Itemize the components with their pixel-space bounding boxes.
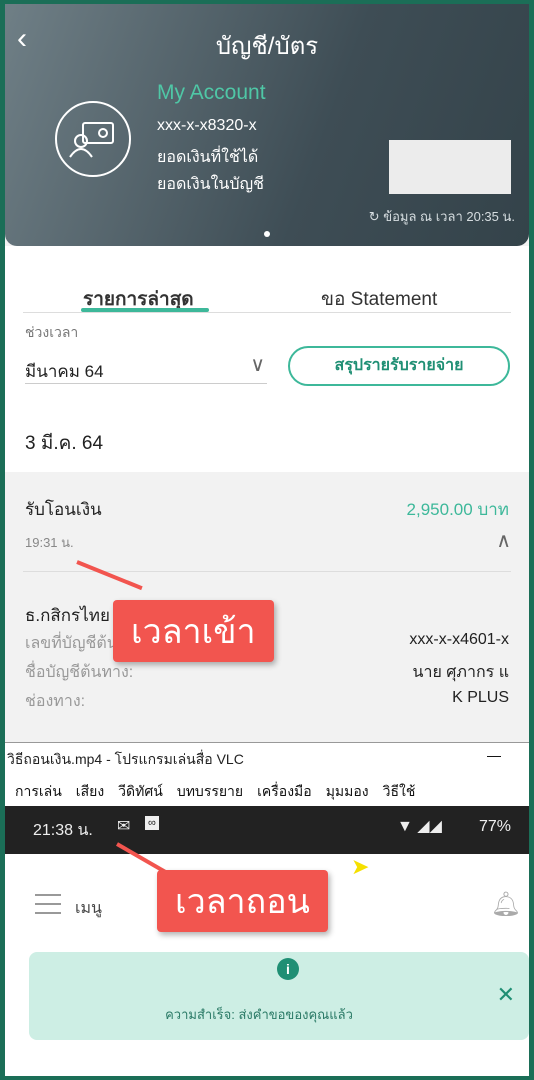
refresh-icon[interactable]: ↻ — [369, 209, 380, 224]
account-balance-label: ยอดเงินในบัญชี — [157, 176, 264, 193]
updated-time[interactable]: ↻ ข้อมูล ณ เวลา 20:35 น. — [369, 206, 515, 227]
vlc-title: วิธีถอนเงิน.mp4 - โปรแกรมเล่นสื่อ VLC — [7, 751, 244, 767]
transaction-title[interactable]: รับโอนเงิน — [25, 496, 102, 523]
detail-label: ช่องทาง: — [25, 693, 86, 710]
period-value: มีนาคม 64 — [25, 362, 104, 381]
menu-video[interactable]: วีดิทัศน์ — [118, 781, 163, 803]
date-heading: 3 มี.ค. 64 — [25, 433, 104, 454]
transaction-amount: 2,950.00 บาท — [406, 500, 509, 519]
menu-playback[interactable]: การเล่น — [15, 781, 62, 803]
account-header: ‹ บัญชี/บัตร My Account xxx-x-x8320-x ยอ… — [5, 4, 529, 246]
screen: ‹ บัญชี/บัตร My Account xxx-x-x8320-x ยอ… — [5, 4, 529, 1076]
vlc-window: วิธีถอนเงิน.mp4 - โปรแกรมเล่นสื่อ VLC — … — [5, 742, 529, 806]
vlc-menu-bar: การเล่น เสียง วีดิทัศน์ บทบรรยาย เครื่อง… — [15, 781, 415, 803]
toast-message: ความสำเร็จ: ส่งคำขอของคุณแล้ว — [165, 1007, 353, 1022]
period-label: ช่วงเวลา — [25, 324, 79, 340]
app-notification-icon: ∞ — [145, 816, 159, 830]
close-icon[interactable]: ✕ — [497, 982, 515, 1008]
info-icon: i — [277, 958, 299, 980]
callout-time-in: เวลาเข้า — [113, 600, 274, 662]
detail-value: K PLUS — [452, 689, 509, 706]
menu-help[interactable]: วิธีใช้ — [383, 781, 416, 803]
account-card-icon — [55, 101, 131, 177]
menu-view[interactable]: มุมมอง — [326, 781, 369, 803]
success-toast: i ความสำเร็จ: ส่งคำขอของคุณแล้ว ✕ — [29, 952, 529, 1040]
menu-tools[interactable]: เครื่องมือ — [257, 781, 312, 803]
bank-name: ธ.กสิกรไทย — [25, 606, 110, 625]
status-time: 21:38 น. — [33, 822, 93, 839]
chevron-down-icon: ∨ — [250, 354, 265, 376]
detail-value: xxx-x-x4601-x — [409, 631, 509, 648]
page-title: บัญชี/บัตร — [215, 33, 319, 60]
account-number: xxx-x-x8320-x — [157, 117, 257, 134]
callout-time-out: เวลาถอน — [157, 870, 328, 932]
period-select[interactable]: มีนาคม 64 ∨ — [25, 348, 267, 384]
wifi-signal-icon: ▼ ◢◢ — [397, 818, 442, 835]
available-balance-label: ยอดเงินที่ใช้ได้ — [157, 149, 259, 166]
tab-divider — [23, 312, 511, 313]
page-indicator-dot — [264, 231, 270, 237]
bell-icon[interactable]: 🔔︎ — [491, 890, 521, 919]
menu-label[interactable]: เมนู — [75, 896, 102, 921]
balance-redacted — [389, 140, 511, 194]
battery-percent: 77% — [479, 818, 512, 835]
updated-text: ข้อมูล ณ เวลา 20:35 น. — [383, 209, 515, 224]
chevron-up-icon[interactable]: ∧ — [496, 528, 511, 553]
mouse-cursor-icon: ➤ — [351, 854, 370, 879]
tab-statement[interactable]: ขอ Statement — [321, 284, 437, 314]
transaction-time: 19:31 น. — [25, 535, 74, 550]
account-name: My Account — [157, 81, 266, 104]
active-tab-indicator — [81, 308, 209, 312]
callout-arrow — [76, 560, 143, 591]
minimize-button[interactable]: — — [487, 747, 501, 763]
hamburger-menu-icon[interactable] — [35, 894, 61, 921]
detail-value: นาย ศุภากร แ — [412, 664, 509, 681]
gmail-icon: ✉ — [117, 818, 131, 835]
menu-subtitle[interactable]: บทบรรยาย — [177, 781, 243, 803]
phone-status-bar: 21:38 น. ✉ ∞ ▼ ◢◢ 77% — [5, 806, 529, 854]
summary-button[interactable]: สรุปรายรับรายจ่าย — [288, 346, 510, 386]
detail-label: ชื่อบัญชีต้นทาง: — [25, 664, 134, 681]
menu-audio[interactable]: เสียง — [76, 781, 104, 803]
